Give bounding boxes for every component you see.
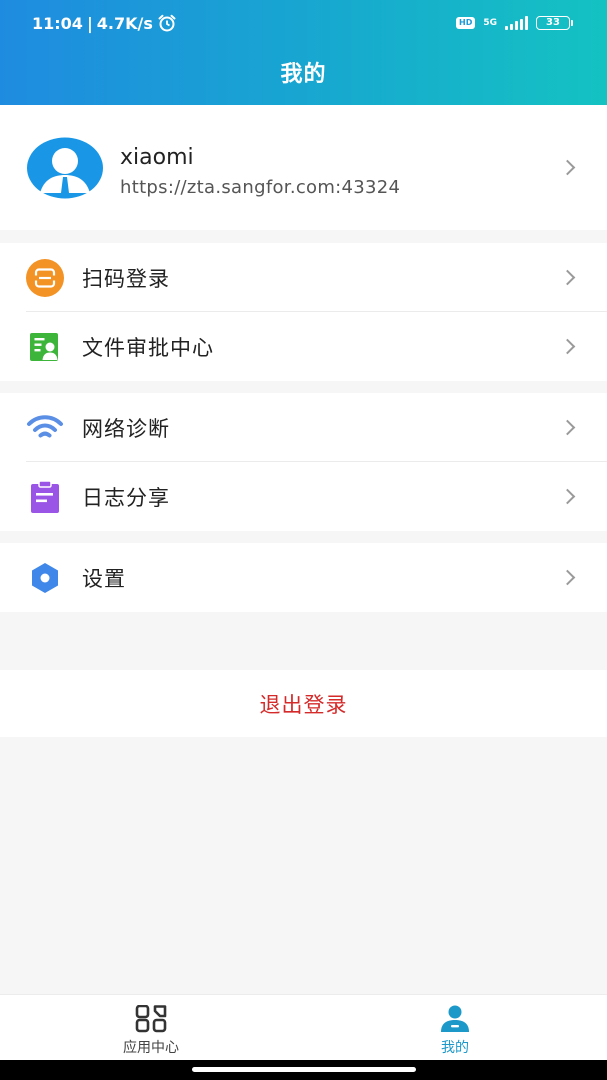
status-bar: 11:04 | 4.7K/s HD 5G 33 [0, 0, 607, 46]
chevron-right-icon [559, 488, 576, 505]
menu-item-scan-login[interactable]: 扫码登录 [0, 243, 607, 312]
hd-badge: HD [456, 17, 476, 29]
status-left: 11:04 | 4.7K/s [32, 14, 177, 33]
menu-item-file-approval[interactable]: 文件审批中心 [0, 312, 607, 381]
battery-icon: 33 [536, 16, 573, 30]
chevron-right-icon [559, 569, 576, 586]
user-icon [441, 1005, 469, 1032]
alarm-icon [158, 14, 176, 32]
menu-label-settings: 设置 [82, 566, 126, 591]
menu-label-network-diagnosis: 网络诊断 [82, 416, 170, 441]
page-title: 我的 [280, 62, 327, 87]
profile-name: xiaomi [120, 145, 194, 170]
menu-group-3: 设置 [0, 543, 607, 612]
menu-item-network-diagnosis[interactable]: 网络诊断 [0, 393, 607, 462]
tab-app-center[interactable]: 应用中心 [76, 995, 226, 1061]
bottom-tab-bar: 应用中心 我的 [0, 994, 607, 1060]
menu-item-log-share[interactable]: 日志分享 [0, 462, 607, 531]
system-nav-bar [0, 1060, 607, 1080]
logout-button[interactable]: 退出登录 [0, 670, 607, 737]
menu-label-file-approval: 文件审批中心 [82, 335, 214, 360]
file-approval-icon [26, 328, 64, 366]
status-speed: 4.7K/s [96, 13, 153, 33]
home-indicator[interactable] [192, 1067, 416, 1072]
menu-group-2: 网络诊断 日志分享 [0, 393, 607, 531]
scan-icon [26, 258, 64, 297]
avatar [27, 137, 103, 199]
network-type: 5G [483, 17, 497, 28]
clipboard-icon [26, 478, 64, 516]
tab-label-mine: 我的 [441, 1040, 469, 1056]
chevron-right-icon [559, 269, 576, 286]
wifi-icon [26, 409, 64, 447]
grid-icon [135, 1005, 167, 1033]
chevron-right-icon [559, 338, 576, 355]
menu-item-settings[interactable]: 设置 [0, 543, 607, 612]
battery-level: 33 [536, 16, 570, 30]
chevron-right-icon [559, 159, 576, 176]
signal-icon [505, 16, 528, 30]
chevron-right-icon [559, 419, 576, 436]
header: 11:04 | 4.7K/s HD 5G 33 我的 [0, 0, 607, 105]
menu-group-1: 扫码登录 文件审批中心 [0, 243, 607, 381]
profile-url: https://zta.sangfor.com:43324 [120, 177, 401, 198]
tab-label-apps: 应用中心 [123, 1040, 179, 1056]
menu-label-scan-login: 扫码登录 [82, 266, 170, 291]
menu-label-log-share: 日志分享 [82, 485, 170, 510]
tab-mine[interactable]: 我的 [380, 995, 530, 1061]
status-separator: | [86, 13, 93, 33]
profile-card[interactable]: xiaomi https://zta.sangfor.com:43324 [0, 105, 607, 230]
settings-hexagon-icon [26, 559, 64, 597]
status-right: HD 5G 33 [456, 16, 573, 30]
status-time: 11:04 [32, 13, 83, 33]
